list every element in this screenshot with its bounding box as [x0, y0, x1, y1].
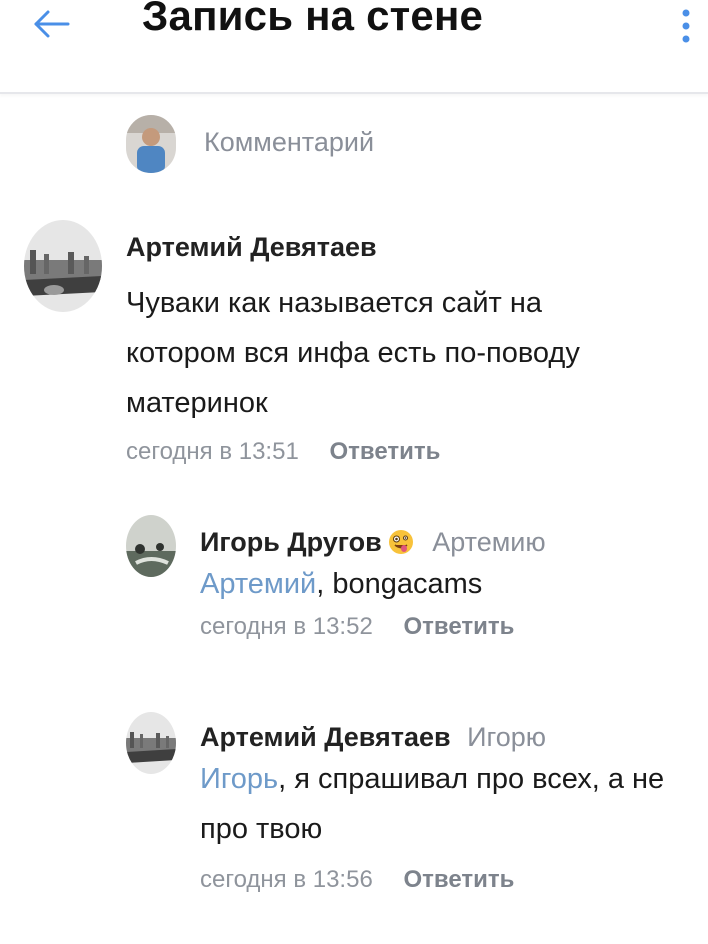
- avatar: [126, 115, 176, 173]
- comment-time: сегодня в 13:56: [200, 866, 373, 893]
- comment-text-line: Игорь, я спрашивал про всех, а не: [200, 754, 700, 804]
- comment-author[interactable]: Игорь Другов: [200, 527, 382, 557]
- comment-meta: сегодня в 13:52 Ответить: [200, 613, 700, 641]
- comment-text-line: котором вся инфа есть по-поводу: [126, 337, 580, 369]
- page-title: Запись на стене: [142, 0, 484, 39]
- comment-meta: сегодня в 13:51 Ответить: [126, 438, 686, 466]
- comment-meta: сегодня в 13:56 Ответить: [200, 866, 700, 894]
- comment-text-line: Чуваки как называется сайт на: [126, 287, 543, 319]
- more-button[interactable]: [672, 6, 700, 46]
- reply-to-label[interactable]: Артемию: [432, 527, 545, 557]
- comment-text-body: , я спрашивал про всех, а не: [278, 763, 665, 795]
- crazy-face-emoji-icon: [388, 530, 413, 554]
- comment-text-line: материнок: [126, 387, 268, 419]
- comment: Артемий Девятаев Чуваки как называется с…: [126, 230, 686, 466]
- comment-text-body: , bongacams: [316, 568, 483, 600]
- comment-text: Игорь, я спрашивал про всех, а не про тв…: [200, 754, 700, 854]
- reply-button[interactable]: Ответить: [329, 438, 440, 465]
- comment-input-placeholder[interactable]: Комментарий: [204, 127, 374, 158]
- avatar[interactable]: [126, 712, 176, 774]
- reply-button[interactable]: Ответить: [403, 613, 514, 640]
- back-button[interactable]: [30, 2, 74, 46]
- comment-author[interactable]: Артемий Девятаев: [200, 722, 451, 752]
- comment-time: сегодня в 13:51: [126, 438, 299, 465]
- comment-text-line: про твою: [200, 813, 323, 845]
- reply-button[interactable]: Ответить: [403, 866, 514, 893]
- comment-time: сегодня в 13:52: [200, 613, 373, 640]
- avatar[interactable]: [24, 220, 102, 312]
- mention-link[interactable]: Артемий: [200, 568, 316, 600]
- comment-text: Чуваки как называется сайт на котором вс…: [126, 278, 686, 428]
- reply-comment: Артемий Девятаев Игорю Игорь, я спрашива…: [200, 720, 700, 894]
- reply-to-label[interactable]: Игорю: [467, 722, 546, 752]
- comment-text: Артемий, bongacams: [200, 559, 700, 609]
- top-bar: Запись на стене: [0, 0, 708, 94]
- mention-link[interactable]: Игорь: [200, 763, 278, 795]
- reply-comment: Игорь Другов Артемию Артемий, bongacams …: [200, 525, 700, 641]
- more-vertical-icon: [682, 9, 690, 43]
- arrow-left-icon: [34, 10, 70, 38]
- avatar[interactable]: [126, 515, 176, 577]
- comment-author[interactable]: Артемий Девятаев: [126, 230, 686, 264]
